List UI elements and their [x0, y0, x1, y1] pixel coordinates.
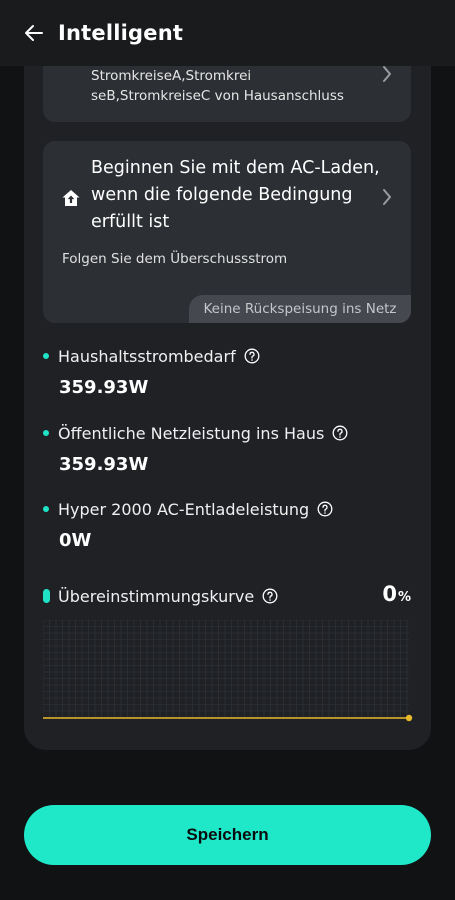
metric-ac-discharge: Hyper 2000 AC-Entladeleistung 0W [43, 498, 411, 551]
metric-value: 359.93W [59, 454, 149, 475]
arrow-left-icon[interactable] [22, 21, 46, 45]
match-curve-chart [43, 620, 413, 722]
help-icon[interactable] [332, 425, 348, 441]
discharge-circuits-text: StromkreiseA,Stromkrei seB,StromkreiseC … [91, 68, 344, 104]
metric-label: Öffentliche Netzleistung ins Haus [58, 423, 325, 443]
bullet-dot [43, 506, 49, 512]
match-percentage-unit: % [397, 590, 411, 605]
ac-charge-mode: Folgen Sie dem Überschussstrom [62, 251, 288, 267]
metric-value: 0W [59, 530, 92, 551]
page-title: Intelligent [58, 21, 184, 45]
series-end-point [405, 714, 413, 722]
status-badge: Keine Rückspeisung ins Netz [189, 295, 411, 323]
bullet-dot [43, 430, 49, 436]
help-icon[interactable] [262, 588, 278, 604]
ac-charge-title: Beginnen Sie mit dem AC-Laden, wenn die … [91, 158, 380, 232]
ac-charge-condition-card[interactable]: Beginnen Sie mit dem AC-Laden, wenn die … [43, 141, 411, 323]
metric-label: Hyper 2000 AC-Entladeleistung [58, 499, 310, 519]
save-button[interactable]: Speichern [24, 805, 431, 865]
match-curve-header: Übereinstimmungskurve 0% [43, 582, 411, 608]
match-percentage-value: 0 [382, 582, 397, 606]
metric-label: Haushaltsstrombedarf [58, 346, 236, 366]
help-icon[interactable] [244, 348, 260, 364]
home-upload-icon [61, 188, 81, 208]
bullet-dot [43, 353, 49, 359]
curve-label: Übereinstimmungskurve [58, 586, 255, 606]
bullet-pill [43, 589, 50, 603]
chevron-right-icon [381, 187, 393, 207]
chevron-right-icon [381, 64, 393, 84]
top-bar: Intelligent [0, 0, 455, 66]
match-percentage: 0% [382, 582, 411, 606]
metric-value: 359.93W [59, 377, 149, 398]
help-icon[interactable] [317, 501, 333, 517]
metric-household-demand: Haushaltsstrombedarf 359.93W [43, 345, 411, 398]
metric-grid-power: Öffentliche Netzleistung ins Haus 359.93… [43, 422, 411, 475]
